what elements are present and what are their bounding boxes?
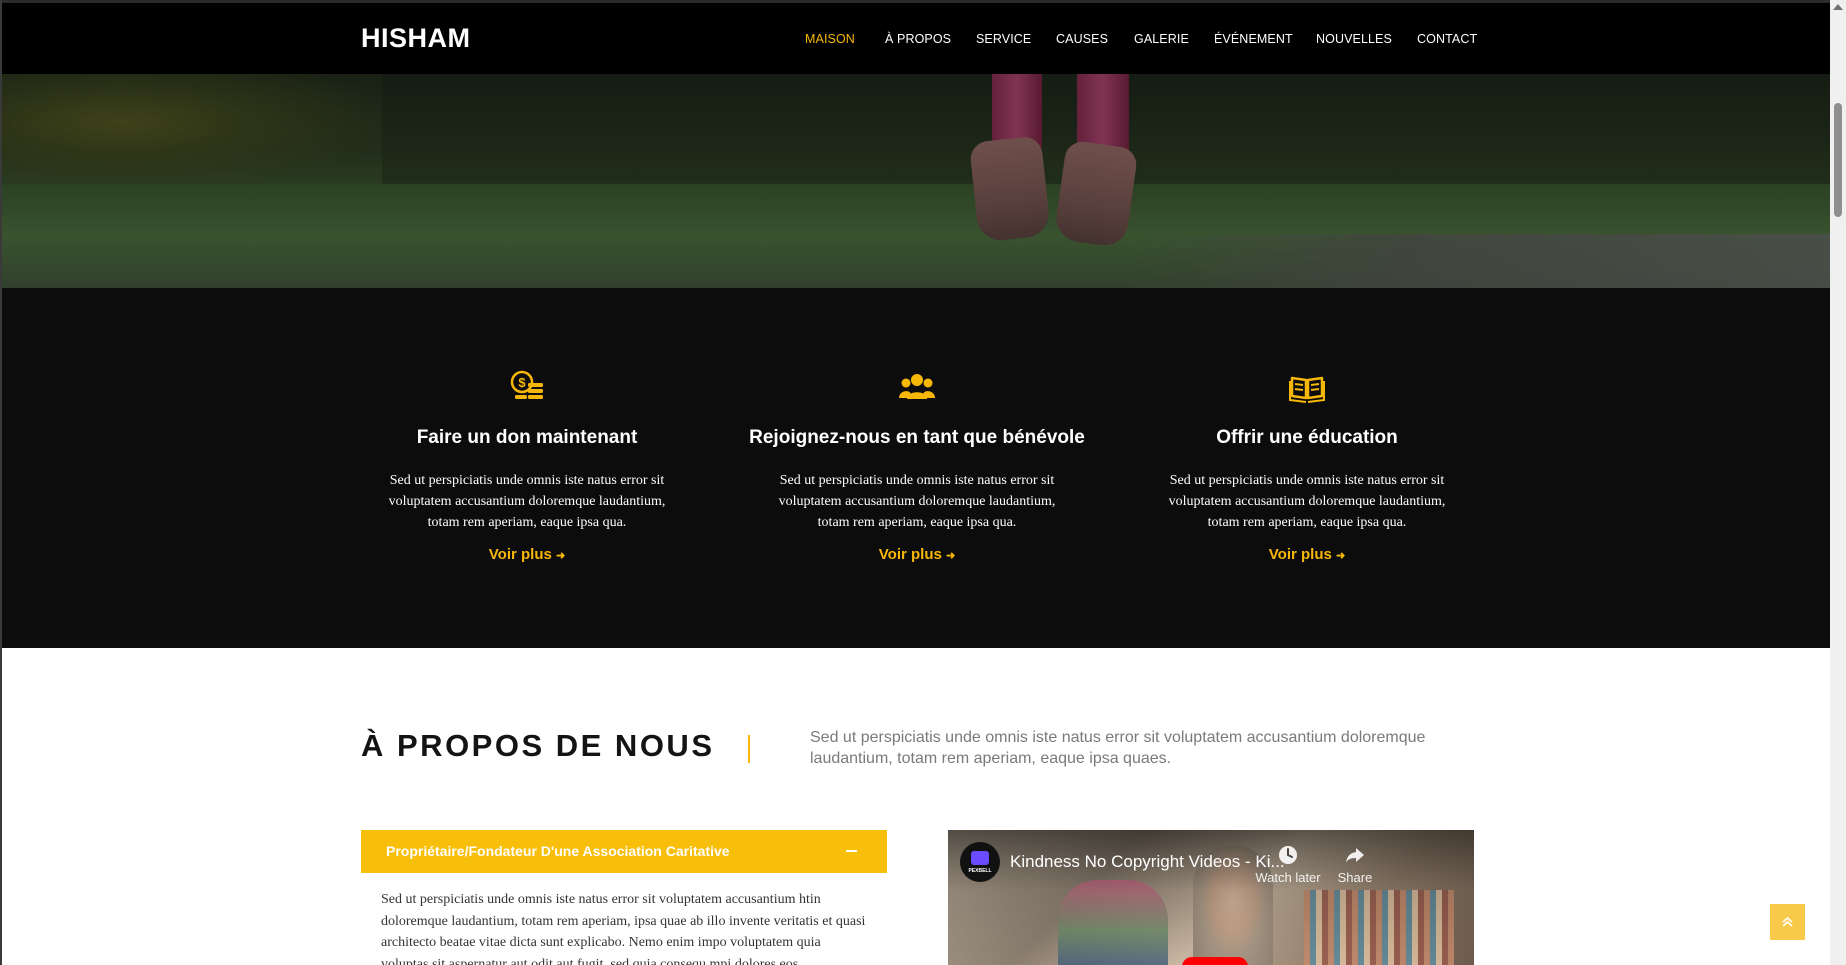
nav-item-a-propos[interactable]: À PROPOS xyxy=(885,32,951,46)
minus-icon[interactable] xyxy=(846,850,857,852)
scrollbar[interactable] xyxy=(1830,0,1846,965)
video-top-shade xyxy=(948,830,1474,965)
site-header: HISHAM MAISON À PROPOS SERVICE CAUSES GA… xyxy=(2,3,1830,74)
channel-avatar[interactable]: PEXBELL xyxy=(960,842,1000,882)
scrollbar-thumb[interactable] xyxy=(1834,103,1842,217)
feature-link-voir-plus[interactable]: Voir plus ➜ xyxy=(762,546,1072,563)
nav-item-causes[interactable]: CAUSES xyxy=(1056,32,1108,46)
clock-icon xyxy=(1279,846,1297,864)
accordion-body: Sed ut perspiciatis unde omnis iste natu… xyxy=(381,892,866,965)
share-button[interactable]: Share xyxy=(1315,844,1395,885)
about-lead-text: Sed ut perspiciatis unde omnis iste natu… xyxy=(810,729,1426,767)
channel-tag: PEXBELL xyxy=(968,868,992,874)
svg-text:$: $ xyxy=(518,375,526,390)
about-heading: À PROPOS DE NOUS xyxy=(361,728,715,763)
accordion-title[interactable]: Propriétaire/Fondateur D'une Association… xyxy=(386,843,730,859)
nav-item-service[interactable]: SERVICE xyxy=(976,32,1031,46)
feature-link-voir-plus[interactable]: Voir plus ➜ xyxy=(1152,546,1462,563)
accordion: Propriétaire/Fondateur D'une Association… xyxy=(361,830,887,965)
share-icon xyxy=(1346,848,1364,863)
nav-item-nouvelles[interactable]: NOUVELLES xyxy=(1316,32,1392,46)
window-frame-left xyxy=(0,0,2,965)
video-title[interactable]: Kindness No Copyright Videos - Ki... xyxy=(1010,852,1285,872)
users-icon xyxy=(899,374,935,399)
main-nav: MAISON À PROPOS SERVICE CAUSES GALERIE É… xyxy=(2,3,1830,74)
play-button[interactable] xyxy=(1182,957,1248,965)
nav-item-evenement[interactable]: ÉVÉNEMENT xyxy=(1214,32,1293,46)
double-chevron-up-icon xyxy=(1782,916,1793,927)
heading-divider xyxy=(748,735,750,763)
accordion-header[interactable]: Propriétaire/Fondateur D'une Association… xyxy=(361,830,887,873)
feature-text: Sed ut perspiciatis unde omnis iste natu… xyxy=(1168,473,1446,530)
nav-item-galerie[interactable]: GALERIE xyxy=(1134,32,1189,46)
watch-later-label: Watch later xyxy=(1255,870,1321,885)
video-player[interactable]: PEXBELL Kindness No Copyright Videos - K… xyxy=(948,830,1474,965)
features-section: $ Faire un don maintenant Sed ut perspic… xyxy=(2,288,1830,648)
feature-link-label[interactable]: Voir plus xyxy=(879,546,942,563)
channel-logo-icon xyxy=(971,851,989,865)
back-to-top-button[interactable] xyxy=(1770,904,1805,940)
feature-title: Rejoignez-nous en tant que bénévole xyxy=(749,427,1085,448)
nav-item-contact[interactable]: CONTACT xyxy=(1417,32,1477,46)
hero-overlay xyxy=(2,74,1830,288)
share-label: Share xyxy=(1337,870,1373,885)
feature-title: Faire un don maintenant xyxy=(416,427,638,448)
coins-icon: $ xyxy=(510,370,543,399)
feature-text: Sed ut perspiciatis unde omnis iste natu… xyxy=(388,473,666,530)
arrow-right-icon: ➜ xyxy=(1336,550,1346,562)
feature-link-label[interactable]: Voir plus xyxy=(1269,546,1332,563)
nav-item-maison[interactable]: MAISON xyxy=(805,32,855,46)
arrow-right-icon: ➜ xyxy=(946,550,956,562)
scroll-up-arrow-icon[interactable] xyxy=(1833,4,1843,10)
feature-link-label[interactable]: Voir plus xyxy=(489,546,552,563)
arrow-right-icon: ➜ xyxy=(556,550,566,562)
feature-text: Sed ut perspiciatis unde omnis iste natu… xyxy=(778,473,1056,530)
feature-title: Offrir une éducation xyxy=(1216,427,1398,448)
open-book-icon xyxy=(1289,376,1325,403)
about-section: À PROPOS DE NOUS Sed ut perspiciatis und… xyxy=(2,648,1830,965)
hero-banner xyxy=(2,74,1830,288)
feature-link-voir-plus[interactable]: Voir plus ➜ xyxy=(372,546,682,563)
